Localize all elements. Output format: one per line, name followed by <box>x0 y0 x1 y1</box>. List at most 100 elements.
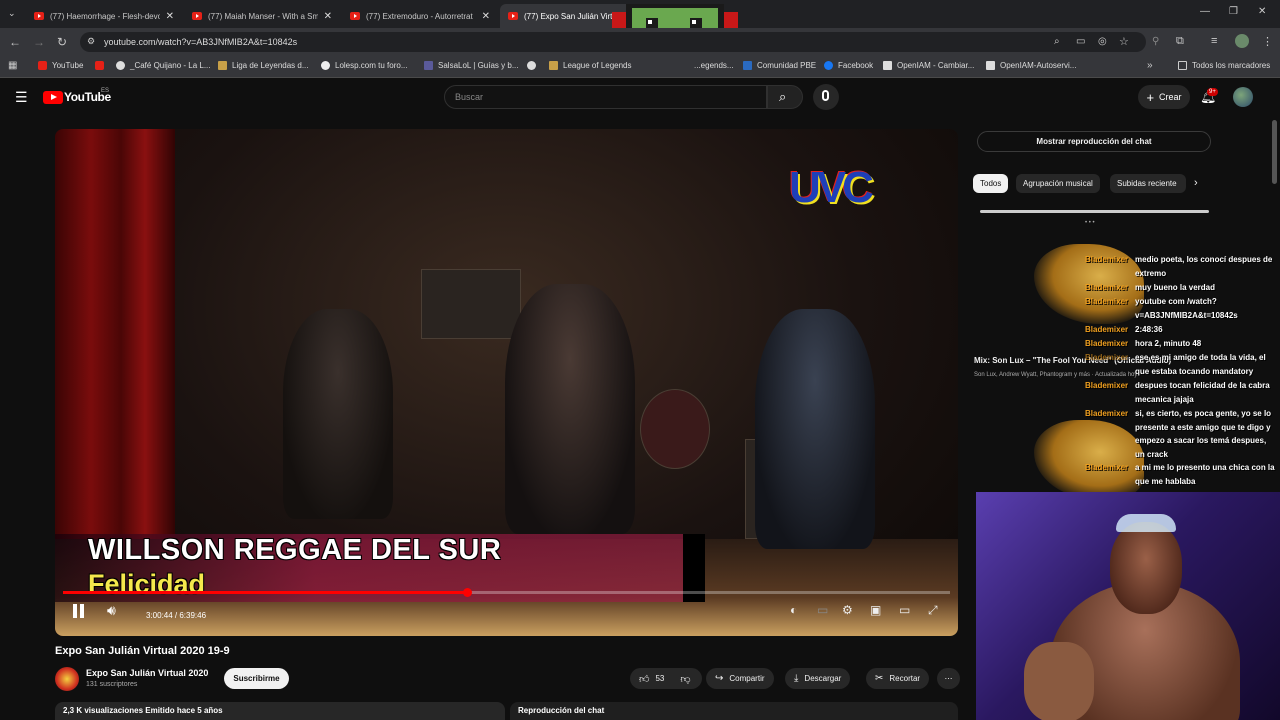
close-tab-icon[interactable]: ✕ <box>482 11 490 22</box>
progress-bar[interactable] <box>63 588 950 597</box>
microphone-icon <box>822 90 829 101</box>
share-button[interactable]: ↪ Compartir <box>706 668 774 689</box>
back-arrow-icon[interactable]: ← <box>9 35 21 49</box>
channel-name[interactable]: Expo San Julián Virtual 2020 <box>86 668 208 678</box>
browser-tab[interactable]: (77) Haemorrhage - Flesh-devo ✕ <box>26 4 182 28</box>
youtube-favicon-icon <box>508 12 518 20</box>
chevron-right-icon[interactable]: › <box>1194 177 1198 189</box>
subscribe-button[interactable]: Suscribirme <box>224 668 289 689</box>
browser-tab[interactable]: (77) Maiah Manser - With a Sm ✕ <box>184 4 340 28</box>
reload-icon[interactable]: ↻ <box>57 35 67 49</box>
account-avatar[interactable] <box>1233 87 1253 107</box>
recommendation-thumbnail-edge <box>980 210 1209 213</box>
all-bookmarks[interactable]: Todos los marcadores <box>1178 61 1270 70</box>
webcam-person-hand <box>1024 642 1094 720</box>
volume-icon[interactable]: 🔊︎ <box>107 602 116 619</box>
restore-icon[interactable]: ❐ <box>1229 6 1238 17</box>
facebook-icon <box>824 61 833 70</box>
apps-grid-icon[interactable]: ▦ <box>8 60 17 71</box>
pause-button[interactable] <box>71 603 87 619</box>
tab-search-icon[interactable]: ⌄ <box>8 8 16 19</box>
more-horizontal-icon: ⋯ <box>944 674 953 683</box>
game-icon <box>218 61 227 70</box>
subtitles-icon[interactable]: ▭ <box>817 603 828 617</box>
chat-message: ese es mi amigo de toda la vida, el que … <box>1135 353 1266 376</box>
chat-message: medio poeta, los conocí despues de extre… <box>1135 255 1273 278</box>
mix-playlist-subtitle: Son Lux, Andrew Wyatt, Phantogram y más … <box>974 372 1138 378</box>
bookmark-item[interactable]: OpenIAM - Cambiar... <box>883 61 974 70</box>
puzzle-icon[interactable]: ⧉ <box>1176 35 1184 48</box>
profile-avatar-icon[interactable] <box>1235 34 1249 48</box>
url-text[interactable]: youtube.com/watch?v=AB3JNfMIB2A&t=10842s <box>104 37 297 47</box>
show-chat-replay-button[interactable]: Mostrar reproducción del chat <box>977 131 1211 152</box>
page-icon <box>883 61 892 70</box>
cast-icon[interactable]: ▭ <box>1076 36 1085 47</box>
search-icon: ⌕ <box>779 89 787 104</box>
bookmark-item[interactable]: OpenIAM-Autoservi... <box>986 61 1076 70</box>
eye-off-icon[interactable]: ◎ <box>1098 36 1107 47</box>
theater-mode-icon[interactable]: ▭ <box>899 603 910 617</box>
bookmark-item[interactable]: Comunidad PBE <box>743 61 816 70</box>
forward-arrow-icon[interactable]: → <box>33 35 45 49</box>
s-icon <box>424 61 433 70</box>
site-info-icon[interactable]: ⚙ <box>87 36 95 47</box>
bookmark-item[interactable]: SalsaLoL | Guías y b... <box>424 61 519 70</box>
search-button[interactable]: ⌕ <box>767 85 803 109</box>
bookmark-star-icon[interactable]: ☆ <box>1119 35 1129 48</box>
youtube-icon <box>95 61 104 70</box>
bookmark-item[interactable]: League of Legends <box>549 61 632 70</box>
thumbs-down-icon[interactable]: 👎︎ <box>680 673 690 685</box>
create-button[interactable]: + Crear <box>1138 85 1190 109</box>
description-box[interactable]: 2,3 K visualizaciones Emitido hace 5 año… <box>55 702 505 720</box>
chat-replay-bar[interactable]: Reproducción del chat <box>510 702 958 720</box>
page-scrollbar[interactable] <box>1272 120 1277 184</box>
bookmark-item[interactable]: Liga de Leyendas d... <box>218 61 309 70</box>
chip-musical-group[interactable]: Agrupación musical <box>1016 174 1100 193</box>
miniplayer-icon[interactable]: ▣ <box>870 603 881 617</box>
more-actions-button[interactable]: ⋯ <box>937 668 960 689</box>
settings-gear-icon[interactable]: ⚙ <box>842 603 853 617</box>
headphones <box>1116 514 1176 532</box>
menu-kebab-icon[interactable]: ⋮ <box>1262 35 1273 48</box>
download-button[interactable]: ⤓ Descargar <box>785 668 851 689</box>
artist-name-caption: WILLSON REGGAE DEL SUR <box>88 534 502 566</box>
bookmark-item[interactable]: Lolesp.com tu foro... <box>321 61 407 70</box>
close-window-icon[interactable]: ✕ <box>1258 6 1266 17</box>
clip-button[interactable]: ✂ Recortar <box>866 668 930 689</box>
chip-all[interactable]: Todos <box>973 174 1009 193</box>
bookmark-item[interactable]: ...egends... <box>694 61 734 70</box>
voice-search-button[interactable] <box>813 84 839 110</box>
more-bookmarks-icon[interactable]: » <box>1147 60 1153 71</box>
chat-author: Blademixer <box>1085 339 1129 348</box>
youtube-logo-icon[interactable] <box>43 91 63 104</box>
chip-recent-uploads[interactable]: Subidas reciente <box>1110 174 1186 193</box>
bookmark-item[interactable]: _Café Quijano - La L... <box>116 61 211 70</box>
bookmark-item[interactable] <box>527 61 541 70</box>
streamer-webcam <box>976 492 1280 720</box>
bookmark-item[interactable]: YouTube <box>38 61 83 70</box>
chat-message: si, es cierto, es poca gente, yo se lo p… <box>1135 409 1272 459</box>
minimize-icon[interactable]: — <box>1200 6 1210 17</box>
progress-scrubber[interactable] <box>462 588 472 597</box>
globe-icon <box>116 61 125 70</box>
video-player[interactable]: UVC WILLSON REGGAE DEL SUR Felicidad 🔊︎ … <box>55 129 958 636</box>
browser-tab[interactable]: (77) Extremoduro - Autorretrat ✕ <box>342 4 498 28</box>
bookmark-item[interactable]: Facebook <box>824 61 873 70</box>
media-controls-icon[interactable]: ≡ <box>1211 35 1217 47</box>
like-dislike-button[interactable]: 👍︎ 53 👎︎ <box>630 668 702 689</box>
hamburger-menu-icon[interactable]: ☰ <box>15 89 28 106</box>
chat-message: hora 2, minuto 48 <box>1135 339 1202 348</box>
autoplay-toggle-icon[interactable]: ◐ <box>790 603 797 617</box>
golden-hand-emote <box>1034 420 1144 500</box>
channel-avatar[interactable] <box>55 667 79 691</box>
close-tab-icon[interactable]: ✕ <box>166 11 174 22</box>
bookmark-item[interactable] <box>95 61 109 70</box>
search-input[interactable]: Buscar <box>444 85 767 109</box>
amplifier <box>421 269 521 339</box>
close-tab-icon[interactable]: ✕ <box>324 11 332 22</box>
performer-cajon <box>283 309 393 519</box>
zoom-icon[interactable]: ⌕ <box>1054 36 1060 47</box>
subscriber-count: 131 suscriptores <box>86 681 138 688</box>
fullscreen-icon[interactable]: ⤢ <box>928 603 938 618</box>
extension-icon[interactable]: ⚲ <box>1152 36 1159 47</box>
